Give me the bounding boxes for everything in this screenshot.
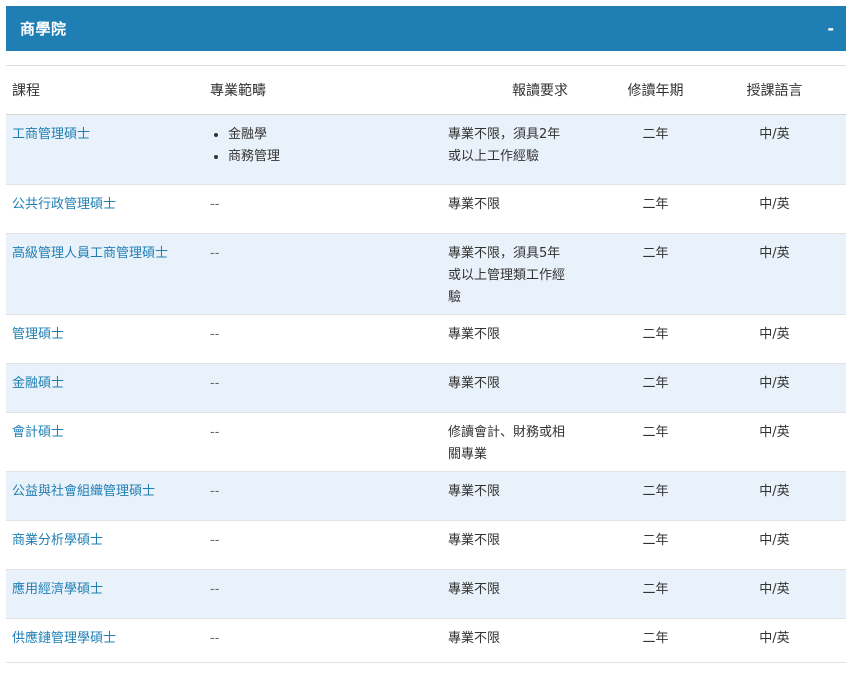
table-row: 金融碩士 -- 專業不限 二年 中/英 (6, 363, 846, 413)
scope-cell: -- (204, 569, 442, 619)
collapse-toggle-icon[interactable]: - (827, 19, 834, 38)
course-link[interactable]: 商業分析學碩士 (12, 533, 103, 548)
course-link[interactable]: 管理碩士 (12, 327, 64, 342)
business-school-panel: 商學院 - 課程 專業範疇 報讀要求 修讀年期 授課語言 工商管理碩士 金融學 … (6, 6, 846, 663)
requirement-cell: 專業不限，須具5年 或以上管理類工作經 驗 (442, 233, 608, 315)
table-row: 商業分析學碩士 -- 專業不限 二年 中/英 (6, 520, 846, 570)
table-row: 會計碩士 -- 修讀會計、財務或相 關專業 二年 中/英 (6, 412, 846, 472)
requirement-line: 或以上工作經驗 (448, 149, 540, 164)
requirement-line: 專業不限 (448, 631, 501, 646)
years-cell: 二年 (608, 314, 703, 364)
requirement-cell: 專業不限 (442, 618, 608, 663)
requirement-cell: 專業不限 (442, 363, 608, 413)
panel-title: 商學院 (20, 20, 67, 38)
years-cell: 二年 (608, 184, 703, 234)
years-cell: 二年 (608, 471, 703, 521)
requirement-line: 或以上管理類工作經 (448, 268, 566, 283)
table-row: 工商管理碩士 金融學 商務管理 專業不限，須具2年 或以上工作經驗 二年 中/英 (6, 114, 846, 185)
header-years: 修讀年期 (608, 65, 703, 115)
requirement-line: 專業不限 (448, 484, 501, 499)
table-row: 供應鏈管理學碩士 -- 專業不限 二年 中/英 (6, 618, 846, 663)
requirement-line: 修讀會計、財務或相 (448, 425, 566, 440)
language-cell: 中/英 (703, 184, 846, 234)
scope-item: 商務管理 (228, 146, 442, 168)
scope-cell: -- (204, 184, 442, 234)
language-cell: 中/英 (703, 471, 846, 521)
course-table: 課程 專業範疇 報讀要求 修讀年期 授課語言 工商管理碩士 金融學 商務管理 專… (6, 65, 846, 663)
requirement-line: 驗 (448, 290, 462, 305)
years-cell: 二年 (608, 520, 703, 570)
table-header-row: 課程 專業範疇 報讀要求 修讀年期 授課語言 (6, 65, 846, 115)
language-cell: 中/英 (703, 314, 846, 364)
years-cell: 二年 (608, 618, 703, 663)
language-cell: 中/英 (703, 114, 846, 185)
header-scope: 專業範疇 (204, 65, 442, 115)
years-cell: 二年 (608, 569, 703, 619)
table-row: 公益與社會組織管理碩士 -- 專業不限 二年 中/英 (6, 471, 846, 521)
language-cell: 中/英 (703, 520, 846, 570)
requirement-line: 專業不限 (448, 327, 501, 342)
requirement-line: 專業不限 (448, 533, 501, 548)
scope-cell: -- (204, 363, 442, 413)
scope-cell: -- (204, 471, 442, 521)
header-course: 課程 (6, 65, 204, 115)
course-link[interactable]: 供應鏈管理學碩士 (12, 631, 116, 646)
scope-cell: -- (204, 233, 442, 315)
panel-header[interactable]: 商學院 - (6, 6, 846, 51)
requirement-line: 專業不限，須具2年 (448, 127, 561, 142)
language-cell: 中/英 (703, 233, 846, 315)
table-row: 高級管理人員工商管理碩士 -- 專業不限，須具5年 或以上管理類工作經 驗 二年… (6, 233, 846, 315)
scope-item: 金融學 (228, 124, 442, 146)
course-link[interactable]: 工商管理碩士 (12, 127, 90, 142)
requirement-cell: 專業不限 (442, 520, 608, 570)
scope-cell: -- (204, 618, 442, 663)
years-cell: 二年 (608, 233, 703, 315)
requirement-cell: 專業不限 (442, 569, 608, 619)
course-link[interactable]: 高級管理人員工商管理碩士 (12, 246, 168, 261)
requirement-cell: 專業不限 (442, 184, 608, 234)
course-link[interactable]: 金融碩士 (12, 376, 64, 391)
language-cell: 中/英 (703, 412, 846, 472)
requirement-line: 專業不限 (448, 376, 501, 391)
scope-cell: -- (204, 520, 442, 570)
course-link[interactable]: 會計碩士 (12, 425, 64, 440)
header-language: 授課語言 (703, 65, 846, 115)
requirement-cell: 修讀會計、財務或相 關專業 (442, 412, 608, 472)
scope-cell: -- (204, 412, 442, 472)
years-cell: 二年 (608, 114, 703, 185)
language-cell: 中/英 (703, 618, 846, 663)
course-link[interactable]: 公共行政管理碩士 (12, 197, 116, 212)
table-row: 公共行政管理碩士 -- 專業不限 二年 中/英 (6, 184, 846, 234)
language-cell: 中/英 (703, 363, 846, 413)
requirement-cell: 專業不限 (442, 314, 608, 364)
requirement-line: 關專業 (448, 447, 488, 462)
language-cell: 中/英 (703, 569, 846, 619)
requirement-line: 專業不限 (448, 197, 501, 212)
years-cell: 二年 (608, 412, 703, 472)
table-row: 管理碩士 -- 專業不限 二年 中/英 (6, 314, 846, 364)
requirement-cell: 專業不限，須具2年 或以上工作經驗 (442, 114, 608, 185)
header-requirement: 報讀要求 (442, 65, 608, 115)
table-row: 應用經濟學碩士 -- 專業不限 二年 中/英 (6, 569, 846, 619)
scope-cell: -- (204, 314, 442, 364)
requirement-cell: 專業不限 (442, 471, 608, 521)
course-link[interactable]: 應用經濟學碩士 (12, 582, 103, 597)
requirement-line: 專業不限 (448, 582, 501, 597)
course-link[interactable]: 公益與社會組織管理碩士 (12, 484, 155, 499)
requirement-line: 專業不限，須具5年 (448, 246, 561, 261)
years-cell: 二年 (608, 363, 703, 413)
scope-list: 金融學 商務管理 (210, 124, 442, 168)
